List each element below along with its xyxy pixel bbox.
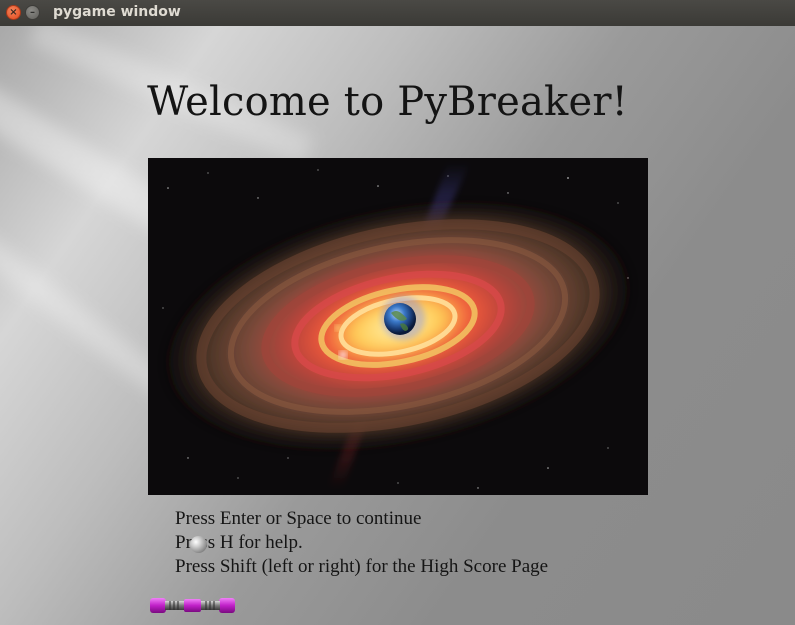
close-button[interactable]: × — [6, 5, 21, 20]
minimize-icon: – — [30, 7, 35, 18]
game-canvas[interactable]: Welcome to PyBreaker! Press Enter or Spa… — [0, 26, 795, 625]
galaxy-earth-illustration — [148, 158, 648, 495]
close-icon: × — [9, 7, 18, 18]
instruction-continue: Press Enter or Space to continue — [175, 508, 422, 529]
instruction-help: Press H for help. — [175, 532, 303, 553]
minimize-button[interactable]: – — [25, 5, 40, 20]
ball-icon — [190, 536, 207, 553]
splash-image — [148, 158, 648, 495]
welcome-heading-text: Welcome to PyBreaker! — [147, 79, 628, 125]
welcome-heading: Welcome to PyBreaker! — [0, 79, 795, 125]
window-title: pygame window — [53, 4, 181, 20]
instruction-high-score: Press Shift (left or right) for the High… — [175, 556, 549, 577]
paddle-icon[interactable] — [150, 597, 235, 614]
instructions-list: Press Enter or Space to continue Press H… — [175, 507, 548, 579]
title-bar: × – pygame window — [0, 0, 795, 27]
